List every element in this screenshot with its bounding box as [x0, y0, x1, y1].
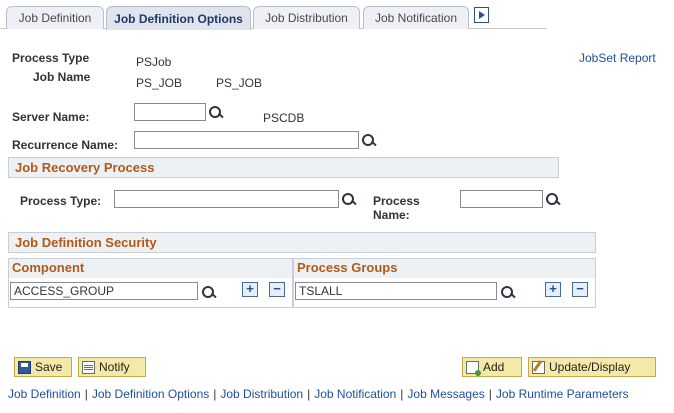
footer-separator: |	[400, 387, 404, 401]
update-display-icon	[532, 360, 545, 374]
process-groups-input[interactable]: TSLALL	[295, 282, 497, 300]
footer-link-job-distribution[interactable]: Job Distribution	[220, 387, 303, 401]
recovery-process-name-label-line1: Process	[373, 194, 420, 208]
server-name-input[interactable]	[134, 103, 206, 121]
update-display-button[interactable]: Update/Display	[528, 357, 656, 377]
recovery-process-type-label: Process Type:	[20, 194, 102, 208]
tab-job-definition[interactable]: Job Definition	[6, 6, 104, 29]
job-definition-security-header: Job Definition Security	[8, 232, 596, 253]
tab-job-distribution[interactable]: Job Distribution	[253, 6, 360, 29]
server-name-description: PSCDB	[263, 111, 305, 125]
footer-link-job-definition-options[interactable]: Job Definition Options	[92, 387, 209, 401]
process-type-value: PSJob	[136, 55, 172, 69]
process-groups-delete-row-button[interactable]: −	[572, 282, 588, 297]
add-icon	[466, 360, 481, 376]
server-name-label: Server Name:	[12, 110, 90, 124]
process-type-label: Process Type	[12, 51, 90, 65]
server-name-lookup-icon[interactable]	[209, 106, 223, 120]
footer-separator: |	[488, 387, 492, 401]
notify-button[interactable]: Notify	[78, 357, 146, 377]
footer-separator: |	[307, 387, 311, 401]
tab-job-notification[interactable]: Job Notification	[363, 6, 469, 29]
recovery-process-type-lookup-icon[interactable]	[342, 193, 356, 207]
recovery-process-name-label-line2: Name:	[373, 208, 410, 222]
footer-separator: |	[213, 387, 217, 401]
tab-label: Job Definition Options	[114, 11, 243, 26]
job-name-value: PS_JOB	[136, 76, 183, 90]
process-groups-column-header: Process Groups	[294, 259, 595, 278]
tab-job-definition-options[interactable]: Job Definition Options	[106, 6, 251, 30]
save-button-label: Save	[35, 360, 63, 374]
footer-link-job-notification[interactable]: Job Notification	[314, 387, 396, 401]
update-display-button-label: Update/Display	[549, 360, 631, 374]
footer-links: Job Definition | Job Definition Options | Jo…	[8, 387, 629, 401]
recurrence-name-label: Recurrence Name:	[12, 138, 119, 152]
component-input[interactable]: ACCESS_GROUP	[10, 282, 198, 300]
job-recovery-section-header: Job Recovery Process	[8, 157, 559, 178]
recurrence-lookup-icon[interactable]	[362, 134, 376, 148]
save-button[interactable]: Save	[14, 357, 72, 377]
recovery-process-name-lookup-icon[interactable]	[546, 193, 560, 207]
component-lookup-icon[interactable]	[202, 286, 216, 300]
next-tab-arrow-icon[interactable]	[474, 7, 489, 23]
add-button[interactable]: Add	[462, 357, 522, 377]
jobset-report-link[interactable]: JobSet Report	[579, 51, 656, 65]
footer-link-job-definition[interactable]: Job Definition	[8, 387, 81, 401]
tab-label: Job Notification	[374, 11, 458, 25]
component-delete-row-button[interactable]: −	[269, 282, 285, 297]
component-add-row-button[interactable]: +	[242, 282, 258, 297]
component-column-header: Component	[9, 259, 292, 278]
recovery-process-type-input[interactable]	[114, 190, 339, 208]
footer-separator: |	[84, 387, 88, 401]
recurrence-name-input[interactable]	[134, 131, 359, 149]
notify-button-label: Notify	[99, 360, 130, 374]
footer-link-job-messages[interactable]: Job Messages	[407, 387, 484, 401]
job-name-label: Job Name	[33, 70, 91, 84]
add-button-label: Add	[483, 360, 505, 374]
job-name-description: PS_JOB	[216, 76, 263, 90]
recovery-process-name-input[interactable]	[460, 190, 543, 208]
save-icon	[18, 360, 31, 374]
notify-icon	[82, 360, 95, 374]
footer-link-job-runtime-parameters[interactable]: Job Runtime Parameters	[496, 387, 629, 401]
process-groups-add-row-button[interactable]: +	[545, 282, 561, 297]
process-groups-lookup-icon[interactable]	[501, 286, 515, 300]
tab-label: Job Definition	[18, 11, 92, 25]
tab-label: Job Distribution	[265, 11, 348, 25]
